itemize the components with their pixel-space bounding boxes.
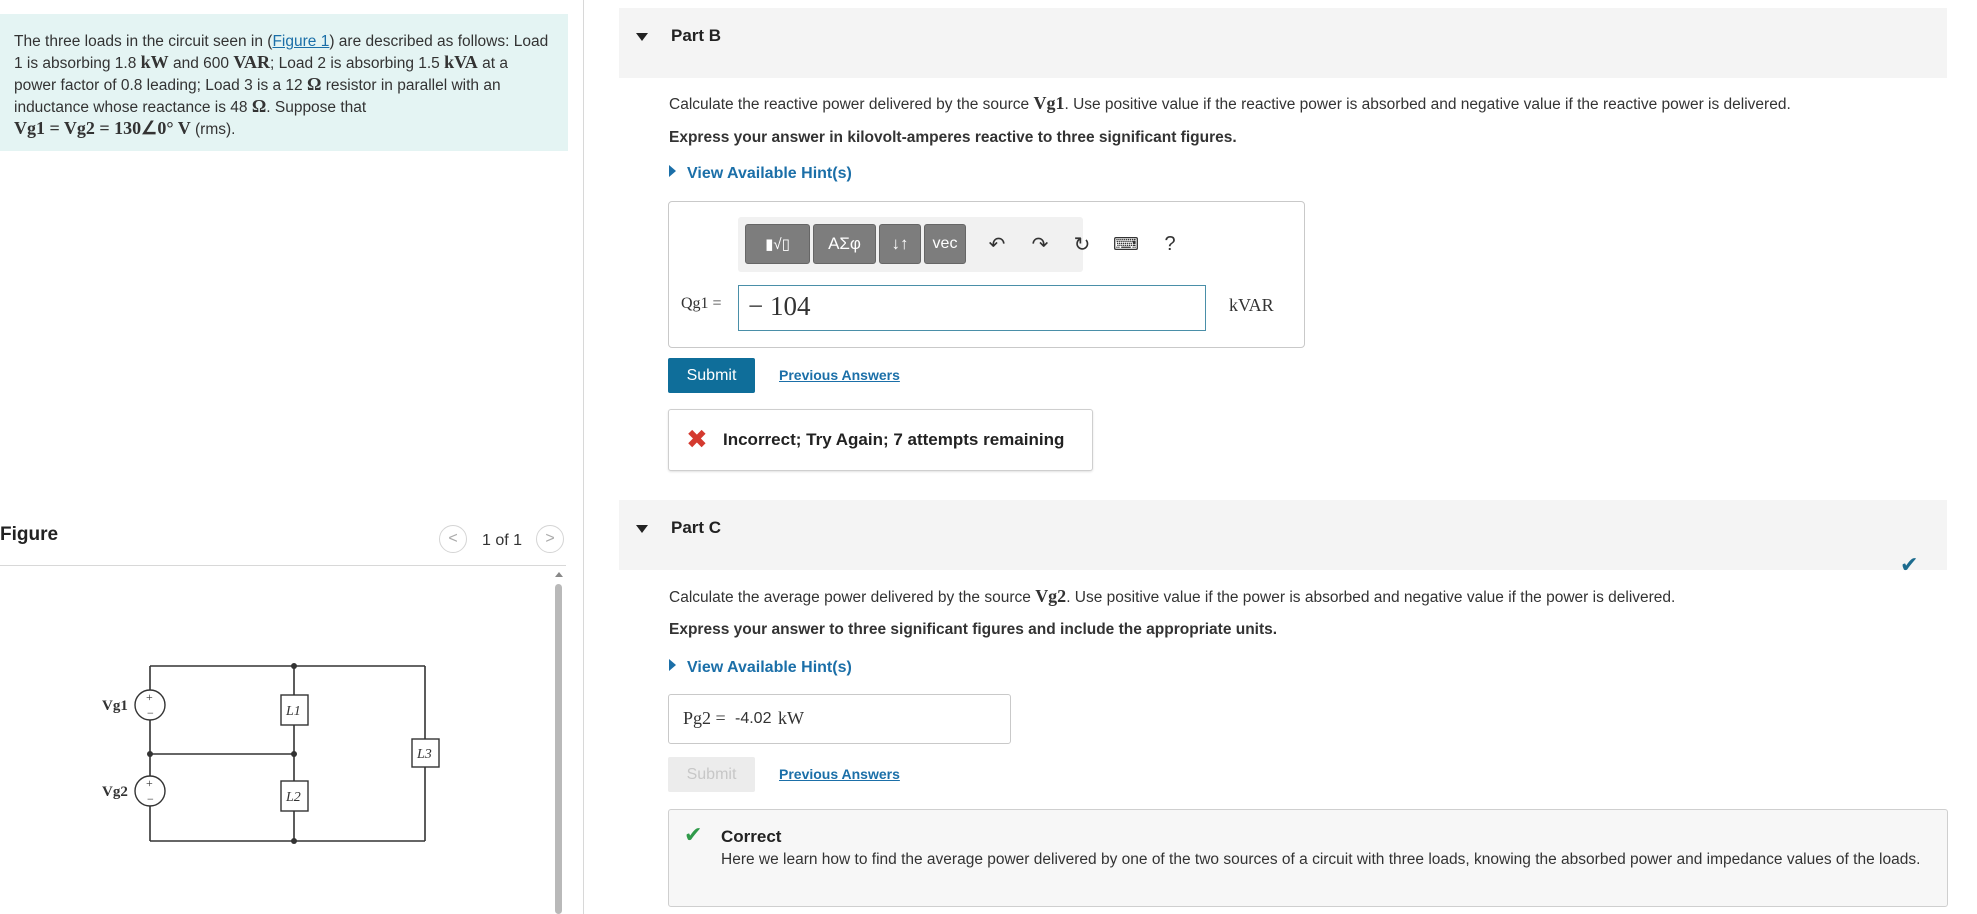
part-c-hint-link[interactable]: View Available Hint(s)	[669, 659, 852, 677]
part-b-label: Part B	[671, 26, 722, 45]
completed-check-icon: ✔	[1900, 552, 1919, 577]
part-c-feedback-body: Here we learn how to find the average po…	[721, 851, 1921, 868]
pane-divider[interactable]	[583, 0, 584, 914]
p-g2-label: Pg2 =	[683, 708, 726, 728]
caret-down-icon[interactable]	[636, 525, 648, 533]
q-g1-unit: kVAR	[1229, 295, 1274, 315]
templates-button[interactable]: ▮√▯	[745, 224, 810, 264]
reset-icon[interactable]: ↻	[1068, 229, 1096, 259]
part-c-label: Part C	[671, 518, 722, 537]
p-g2-unit: kW	[778, 708, 804, 728]
redo-icon[interactable]: ↷	[1026, 229, 1054, 259]
part-c-header[interactable]: Part C	[619, 500, 1947, 570]
part-b-express: Express your answer in kilovolt-amperes …	[669, 129, 1237, 146]
figure-counter: 1 of 1	[482, 532, 523, 549]
part-b-instruction: Calculate the reactive power delivered b…	[669, 93, 1791, 113]
part-b-feedback: ✖ Incorrect; Try Again; 7 attempts remai…	[668, 409, 1093, 471]
figure-next-button[interactable]: >	[536, 525, 564, 553]
part-c-instruction: Calculate the average power delivered by…	[669, 586, 1676, 606]
part-b-answer-box: ▮√▯ ΑΣφ ↓↑ vec ↶ ↷ ↻ ⌨ ? Qg1 = − 104 kVA…	[668, 201, 1305, 348]
help-icon[interactable]: ?	[1158, 229, 1182, 259]
part-c-express: Express your answer to three significant…	[669, 621, 1278, 638]
figure-scrollbar[interactable]	[552, 572, 564, 914]
greek-button[interactable]: ΑΣφ	[813, 224, 876, 264]
svg-text:+: +	[146, 776, 153, 790]
part-b-submit-button[interactable]: Submit	[668, 358, 755, 393]
part-c-previous-answers-link[interactable]: Previous Answers	[779, 766, 900, 782]
triangle-right-icon	[669, 659, 676, 671]
l3-label: L3	[416, 747, 432, 762]
templates-icon: ▮√▯	[765, 236, 790, 253]
error-x-icon: ✖	[686, 424, 708, 454]
part-b-header[interactable]: Part B	[619, 8, 1947, 78]
vg2-label: Vg2	[102, 784, 128, 800]
problem-statement: The three loads in the circuit seen in (…	[0, 14, 568, 151]
part-b-hint-link[interactable]: View Available Hint(s)	[669, 165, 852, 183]
keyboard-icon[interactable]: ⌨	[1111, 229, 1141, 259]
vec-button[interactable]: vec	[924, 224, 966, 264]
chevron-left-icon: <	[448, 530, 458, 547]
figure-title: Figure	[0, 524, 59, 545]
subscript-button[interactable]: ↓↑	[879, 224, 921, 264]
voltage-formula: Vg1 = Vg2 = 130∠0° V	[14, 118, 191, 138]
correct-check-icon: ✔	[684, 822, 703, 847]
part-c-feedback: ✔ Correct Here we learn how to find the …	[668, 809, 1948, 907]
caret-down-icon[interactable]	[636, 33, 648, 41]
scroll-up-arrow-icon[interactable]	[555, 572, 563, 577]
part-c-feedback-title: Correct	[721, 827, 782, 846]
part-c-submit-button[interactable]: Submit	[668, 757, 755, 792]
math-toolbar: ▮√▯ ΑΣφ ↓↑ vec ↶ ↷ ↻ ⌨ ?	[738, 217, 1176, 272]
svg-text:−: −	[147, 706, 154, 720]
svg-text:+: +	[146, 690, 153, 704]
l2-label: L2	[285, 790, 301, 805]
triangle-right-icon	[669, 165, 676, 177]
circuit-diagram: + − + − Vg1 Vg2 L1 L2 L3	[102, 663, 440, 844]
svg-text:−: −	[147, 792, 154, 806]
part-c-answer-box: Pg2 = -4.02 kW	[668, 694, 1011, 744]
scroll-thumb[interactable]	[555, 584, 562, 914]
figure-divider	[0, 565, 566, 566]
undo-icon[interactable]: ↶	[983, 229, 1011, 259]
arrows-icon: ↓↑	[891, 234, 909, 253]
figure-prev-button[interactable]: <	[439, 525, 467, 553]
q-g1-label: Qg1 =	[681, 295, 722, 312]
part-b-feedback-text: Incorrect; Try Again; 7 attempts remaini…	[723, 430, 1065, 449]
figure-link[interactable]: Figure 1	[272, 33, 329, 50]
q-g1-input[interactable]: − 104	[738, 285, 1206, 331]
l1-label: L1	[285, 704, 301, 719]
chevron-right-icon: >	[545, 530, 555, 547]
p-g2-value: -4.02	[735, 710, 772, 727]
part-b-previous-answers-link[interactable]: Previous Answers	[779, 367, 900, 383]
vg1-label: Vg1	[102, 698, 128, 714]
